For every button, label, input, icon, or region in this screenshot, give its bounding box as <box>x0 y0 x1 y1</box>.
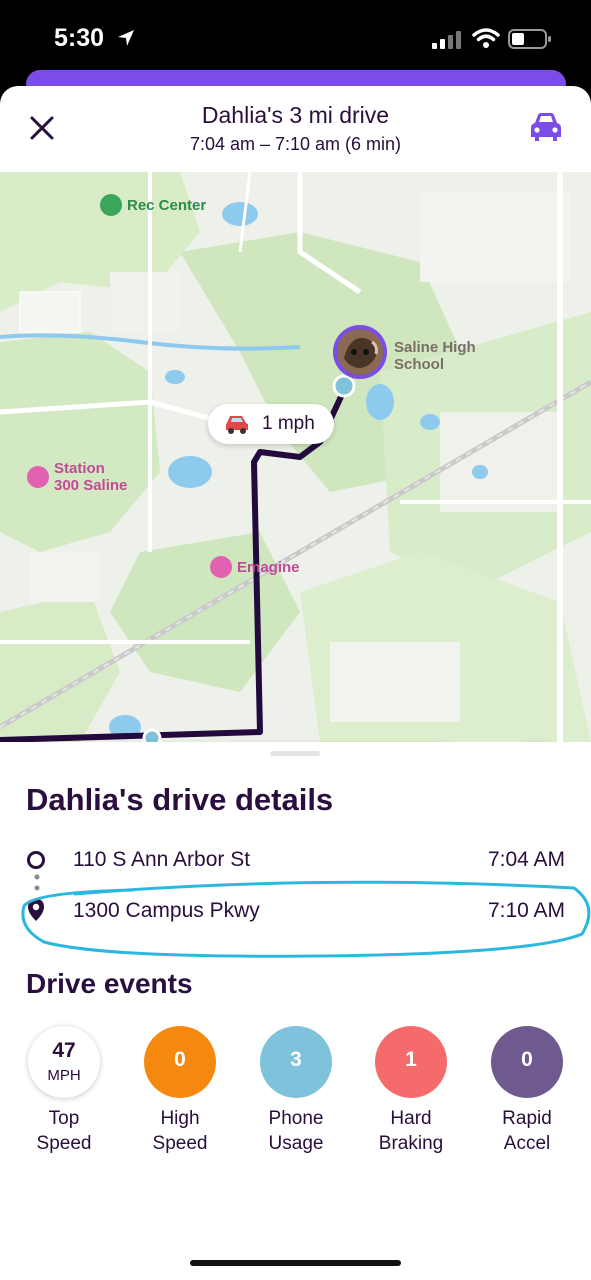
high-speed-badge: 0 <box>144 1026 216 1098</box>
red-car-icon <box>226 416 248 434</box>
sheet-drag-handle[interactable] <box>270 751 320 756</box>
home-indicator[interactable] <box>190 1260 401 1266</box>
event-label: Top Speed <box>36 1108 92 1154</box>
location-arrow-icon <box>118 30 134 46</box>
status-bar: 5:30 <box>0 0 591 80</box>
start-circle-icon <box>27 851 45 869</box>
event-rapid-accel[interactable]: 0 Rapid Accel <box>475 1026 579 1156</box>
phone-usage-value: 3 <box>290 1048 302 1071</box>
event-label: Rapid Accel <box>502 1108 552 1154</box>
hard-braking-value: 1 <box>405 1048 417 1071</box>
high-speed-value: 0 <box>174 1048 186 1071</box>
poi-rec-center: Rec Center <box>127 197 207 214</box>
speed-label: 1 mph <box>262 413 315 434</box>
drive-time-range: 7:04 am – 7:10 am (6 min) <box>189 134 402 154</box>
highlight-annotation-loop <box>21 880 591 958</box>
wifi-icon <box>472 28 500 48</box>
speed-pill: 1 mph <box>208 404 334 444</box>
map-base <box>0 172 591 742</box>
drive-sheet: Dahlia's 3 mi drive 7:04 am – 7:10 am (6… <box>0 86 591 1280</box>
event-label: Hard Braking <box>378 1108 444 1154</box>
route-map[interactable]: Rec Center Saline High School Station 30… <box>0 172 591 742</box>
poi-emagine: Emagine <box>237 559 300 576</box>
rapid-accel-value: 0 <box>521 1048 533 1071</box>
event-phone-usage[interactable]: 3 Phone Usage <box>244 1026 348 1156</box>
event-hard-braking[interactable]: 1 Hard Braking <box>359 1026 463 1156</box>
top-speed-badge: 47 MPH <box>28 1026 100 1098</box>
event-label: High Speed <box>152 1108 208 1154</box>
drive-details-title: Dahlia's drive details <box>26 782 334 817</box>
start-time: 7:04 AM <box>487 848 565 871</box>
start-address: 110 S Ann Arbor St <box>73 848 251 871</box>
user-avatar-marker[interactable] <box>330 322 392 384</box>
battery-icon <box>508 29 551 49</box>
car-icon[interactable] <box>528 110 564 144</box>
drive-events-title: Drive events <box>26 968 193 999</box>
top-speed-unit: MPH <box>47 1067 81 1084</box>
event-label: Phone Usage <box>268 1108 324 1154</box>
poi-station-line1: Station <box>54 460 105 477</box>
event-top-speed[interactable]: 47 MPH Top Speed <box>12 1026 116 1156</box>
rapid-accel-badge: 0 <box>491 1026 563 1098</box>
poi-station-line2: 300 Saline <box>54 477 128 494</box>
status-time: 5:30 <box>54 24 105 52</box>
top-speed-value: 47 <box>52 1039 76 1062</box>
page-title: Dahlia's 3 mi drive <box>201 102 390 128</box>
phone-usage-badge: 3 <box>260 1026 332 1098</box>
cellular-signal-icon <box>432 31 461 49</box>
poi-saline-high-line1: Saline High <box>394 339 476 356</box>
poi-saline-high-line2: School <box>394 356 445 373</box>
hard-braking-badge: 1 <box>375 1026 447 1098</box>
event-high-speed[interactable]: 0 High Speed <box>128 1026 232 1156</box>
